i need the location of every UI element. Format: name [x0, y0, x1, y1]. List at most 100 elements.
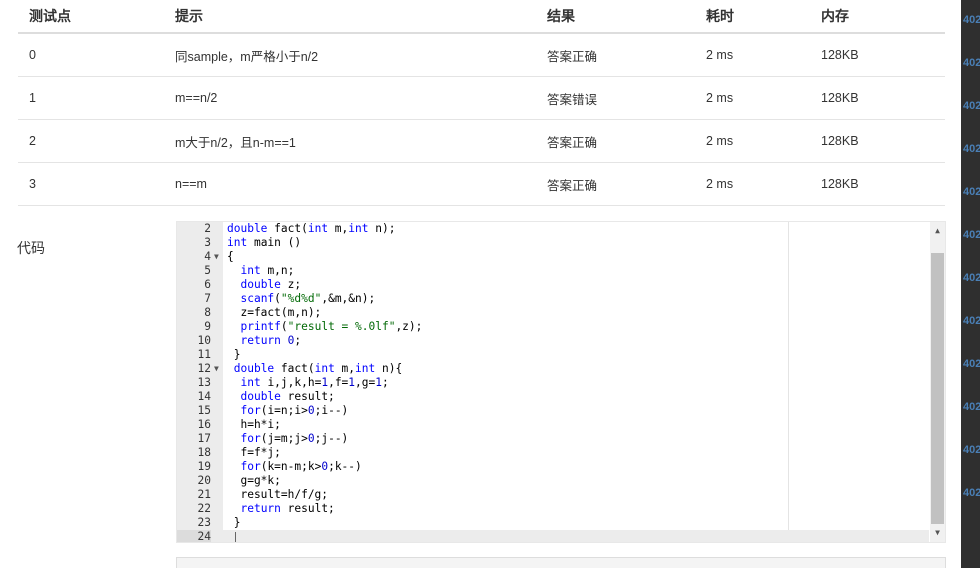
header-memory: 内存: [821, 0, 945, 34]
background-text: 402: [963, 229, 980, 241]
code-text: return result;: [240, 502, 335, 515]
background-text: 402: [963, 401, 980, 413]
line-number: 14: [197, 390, 211, 403]
header-time: 耗时: [706, 0, 821, 34]
header-result: 结果: [547, 0, 706, 34]
background-page-strip: 402 402 402 402 402 402 402 402 402 402 402 402: [961, 0, 980, 568]
code-line[interactable]: 4 ▼ {: [177, 250, 929, 264]
code-text: result=h/f/g;: [227, 488, 329, 501]
code-line[interactable]: 18 f=f*j;: [177, 446, 929, 460]
line-number: 13: [197, 376, 211, 389]
line-number: 11: [197, 348, 211, 361]
line-number: 5: [204, 264, 211, 277]
text-cursor: [235, 532, 236, 542]
code-line[interactable]: 9 printf("result = %.0lf",z);: [177, 320, 929, 334]
code-text: double z;: [240, 278, 302, 291]
code-line[interactable]: 10 return 0;: [177, 334, 929, 348]
arrow-down-icon[interactable]: ▼: [930, 526, 945, 540]
code-text: int i,j,k,h=1,f=1,g=1;: [240, 376, 389, 389]
code-line[interactable]: 15 for(i=n;i>0;i--): [177, 404, 929, 418]
cell-result: 答案正确: [547, 33, 706, 77]
code-text: double result;: [240, 390, 335, 403]
code-line[interactable]: 11 }: [177, 348, 929, 362]
code-line[interactable]: 16 h=h*i;: [177, 418, 929, 432]
line-number: 3: [204, 236, 211, 249]
cell-memory: 128KB: [821, 162, 945, 206]
editor-scrollbar[interactable]: ▲ ▼: [930, 222, 945, 542]
code-line[interactable]: 7 scanf("%d%d",&m,&n);: [177, 292, 929, 306]
line-number: 9: [204, 320, 211, 333]
code-line[interactable]: 19 for(k=n-m;k>0;k--): [177, 460, 929, 474]
line-number: 23: [197, 516, 211, 529]
code-line[interactable]: 3 int main (): [177, 236, 929, 250]
cell-result: 答案错误: [547, 76, 706, 120]
line-number: 22: [197, 502, 211, 515]
line-number: 15: [197, 404, 211, 417]
code-text: h=h*i;: [227, 418, 281, 431]
code-text: double fact(int m,int n){: [233, 362, 403, 375]
judge-result-panel: 测试点 提示 结果 耗时 内存 0 同sample，m严格小于n/2 答案正确 …: [0, 0, 961, 568]
code-line[interactable]: 5 int m,n;: [177, 264, 929, 278]
triangle-down-icon[interactable]: ▼: [214, 362, 219, 376]
table-row: 2 m大于n/2，且n-m==1 答案正确 2 ms 128KB: [18, 119, 945, 163]
line-number: 10: [197, 334, 211, 347]
code-line[interactable]: 2 double fact(int m,int n);: [177, 222, 929, 236]
code-line[interactable]: 23 }: [177, 516, 929, 530]
line-number: 17: [197, 432, 211, 445]
background-text: 402: [963, 272, 980, 284]
code-lines[interactable]: 2 double fact(int m,int n); 3 int main () 4 ▼…: [177, 222, 929, 542]
code-line[interactable]: 12 ▼ double fact(int m,int n){: [177, 362, 929, 376]
cell-time: 2 ms: [706, 119, 821, 163]
submit-area: [176, 557, 946, 568]
line-number: 4: [204, 250, 211, 263]
code-text: z=fact(m,n);: [227, 306, 322, 319]
cell-testcase: 0: [18, 33, 175, 77]
code-text: for(i=n;i>0;i--): [240, 404, 349, 417]
background-text: 402: [963, 487, 980, 499]
code-text: return 0;: [240, 334, 302, 347]
line-number: 19: [197, 460, 211, 473]
code-text: double fact(int m,int n);: [227, 222, 396, 235]
cell-hint: m大于n/2，且n-m==1: [175, 119, 547, 163]
code-line[interactable]: 13 int i,j,k,h=1,f=1,g=1;: [177, 376, 929, 390]
cell-time: 2 ms: [706, 33, 821, 77]
line-number: 21: [197, 488, 211, 501]
cell-memory: 128KB: [821, 76, 945, 120]
cell-result: 答案正确: [547, 119, 706, 163]
code-line[interactable]: 6 double z;: [177, 278, 929, 292]
code-text: }: [227, 516, 241, 529]
code-text: for(j=m;j>0;j--): [240, 432, 349, 445]
code-line[interactable]: 14 double result;: [177, 390, 929, 404]
table-header-row: 测试点 提示 结果 耗时 内存: [18, 0, 945, 34]
code-line[interactable]: 22 return result;: [177, 502, 929, 516]
arrow-up-icon[interactable]: ▲: [930, 224, 945, 238]
code-text: {: [227, 250, 234, 263]
cell-hint: 同sample，m严格小于n/2: [175, 33, 547, 77]
code-line[interactable]: 20 g=g*k;: [177, 474, 929, 488]
code-line[interactable]: 8 z=fact(m,n);: [177, 306, 929, 320]
code-text: scanf("%d%d",&m,&n);: [240, 292, 376, 305]
table-row: 1 m==n/2 答案错误 2 ms 128KB: [18, 76, 945, 120]
background-text: 402: [963, 143, 980, 155]
triangle-down-icon[interactable]: ▼: [214, 250, 219, 264]
code-line[interactable]: 24: [177, 530, 929, 542]
background-text: 402: [963, 358, 980, 370]
code-text: f=f*j;: [227, 446, 281, 459]
line-number: 18: [197, 446, 211, 459]
line-number: 24: [177, 530, 211, 542]
cell-time: 2 ms: [706, 162, 821, 206]
cell-testcase: 3: [18, 162, 175, 206]
background-text: 402: [963, 186, 980, 198]
code-editor[interactable]: 2 double fact(int m,int n); 3 int main () 4 ▼…: [176, 221, 946, 543]
header-hint: 提示: [175, 0, 547, 34]
background-text: 402: [963, 14, 980, 26]
scrollbar-thumb[interactable]: [931, 253, 944, 524]
code-text: int m,n;: [240, 264, 295, 277]
code-text: int main (): [227, 236, 302, 249]
background-text: 402: [963, 57, 980, 69]
code-line[interactable]: 21 result=h/f/g;: [177, 488, 929, 502]
cell-hint: n==m: [175, 162, 547, 206]
code-line[interactable]: 17 for(j=m;j>0;j--): [177, 432, 929, 446]
code-text: printf("result = %.0lf",z);: [240, 320, 423, 333]
cell-testcase: 2: [18, 119, 175, 163]
